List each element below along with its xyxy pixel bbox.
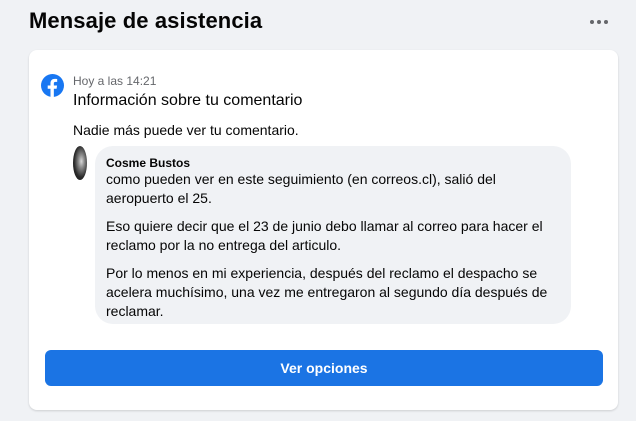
comment-paragraph: como pueden ver en este seguimiento (en … [106,171,496,206]
more-horizontal-icon [590,20,594,24]
more-dot [604,20,608,24]
more-dot [597,20,601,24]
comment-author[interactable]: Cosme Bustos [106,156,190,170]
notice-title: Información sobre tu comentario [73,92,303,109]
comment-body: como pueden ver en este seguimiento (en … [106,170,558,330]
comment-bubble: Cosme Bustos como pueden ver en este seg… [95,146,571,324]
avatar[interactable] [73,146,87,180]
more-options-button[interactable] [586,12,612,32]
message-timestamp: Hoy a las 14:21 [73,74,157,88]
privacy-note: Nadie más puede ver tu comentario. [73,122,299,138]
comment-paragraph: Por lo menos en mi experiencia, después … [106,265,548,319]
facebook-logo-icon [41,74,64,97]
view-options-button[interactable]: Ver opciones [45,350,603,386]
page-title: Mensaje de asistencia [29,8,263,33]
comment-paragraph: Eso quiere decir que el 23 de junio debo… [106,218,543,253]
support-message-card: Hoy a las 14:21 Información sobre tu com… [29,50,618,410]
